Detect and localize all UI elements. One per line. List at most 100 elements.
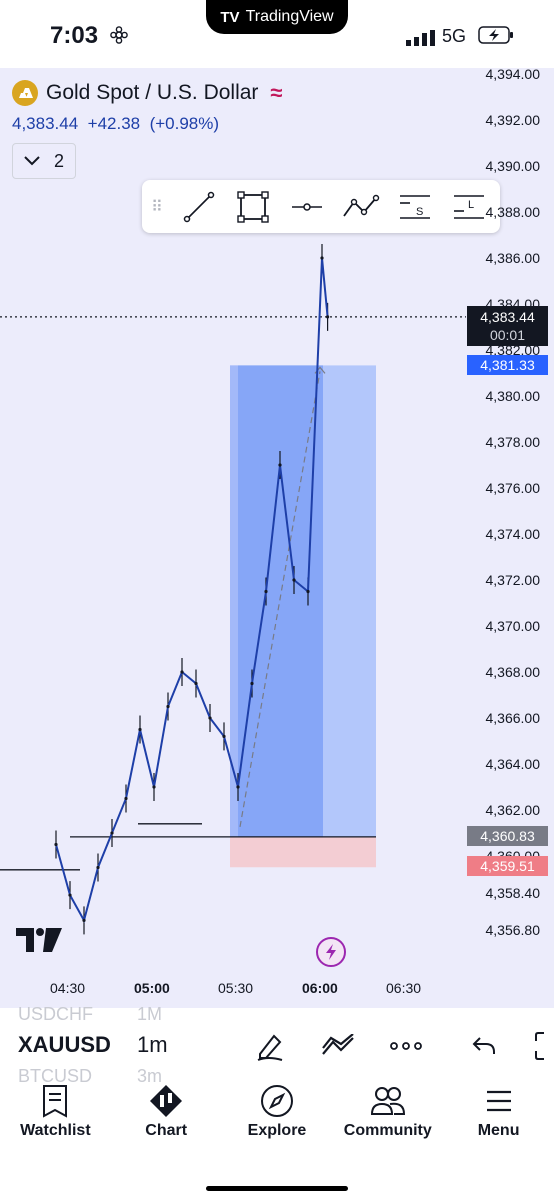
rectangle-button[interactable] (226, 180, 280, 233)
lightning-badge-icon[interactable] (316, 937, 346, 967)
price-axis-label: 4,376.00 (485, 480, 541, 496)
price-axis-label: 4,386.00 (485, 250, 541, 266)
status-time: 7:03 (50, 22, 99, 49)
nav-label-chart: Chart (145, 1122, 188, 1139)
drawing-toolbar: ⠿ S L (142, 180, 500, 233)
price-point (194, 681, 198, 686)
price-axis-label: 4,390.00 (485, 158, 541, 174)
target-zone-edge (230, 365, 238, 837)
time-axis-label: 05:30 (218, 980, 254, 996)
price-point (166, 704, 170, 709)
price-change: +42.38 (87, 114, 141, 133)
price-point (306, 589, 310, 594)
network-type: 5G (442, 26, 467, 46)
fullscreen-button[interactable] (530, 1026, 552, 1066)
nav-label-watchlist: Watchlist (20, 1122, 91, 1139)
nav-label-explore: Explore (247, 1122, 307, 1139)
price-axis-label: 4,378.00 (485, 434, 541, 450)
interval-selector[interactable]: 1m (137, 1032, 168, 1058)
battery-charging-icon (478, 26, 513, 44)
price-axis-label: 4,358.40 (485, 884, 541, 901)
svg-text:S: S (416, 206, 423, 218)
last-price-tag-value: 4,383.44 (480, 309, 535, 325)
short-position-icon: S (400, 194, 430, 219)
gold-bars-icon (12, 80, 38, 106)
chart-icon (150, 1085, 183, 1117)
ticker-selector[interactable]: XAUUSD (18, 1032, 111, 1058)
bar-countdown: 00:01 (489, 327, 526, 343)
indicator-count: 2 (53, 150, 64, 171)
short-position-button[interactable]: S (388, 180, 442, 233)
stop-zone (230, 836, 376, 868)
target-price-tag: 4,381.33 (467, 355, 548, 375)
nav-watchlist[interactable]: Watchlist (0, 1084, 111, 1154)
undo-icon (472, 1037, 495, 1054)
price-axis-label: 4,394.00 (485, 66, 541, 82)
horizontal-ray-button[interactable] (280, 180, 334, 233)
horizontal-line-icon (292, 202, 322, 211)
price-point (96, 865, 100, 870)
price-point (278, 463, 282, 467)
pen-icon (257, 1034, 283, 1061)
last-price: 4,383.44 (12, 114, 79, 133)
focus-mode-icon (110, 26, 128, 44)
more-options-button[interactable] (386, 1026, 426, 1066)
price-point (68, 893, 72, 897)
price-axis-label: 4,364.00 (485, 756, 541, 772)
dynamic-island: TV TradingView (206, 0, 348, 34)
chevron-down-icon (24, 156, 40, 166)
price-point (124, 796, 128, 801)
indicators-button[interactable] (318, 1026, 358, 1066)
nav-chart[interactable]: Chart (111, 1084, 222, 1154)
interval-prev[interactable]: 1M (137, 1004, 162, 1025)
indicators-toggle-button[interactable]: 2 (12, 143, 76, 179)
symbol-header[interactable]: Gold Spot / U.S. Dollar ≈ (12, 80, 283, 106)
ticker-prev[interactable]: USDCHF (18, 1004, 93, 1025)
time-axis-label: 04:30 (50, 980, 86, 996)
island-label: TradingView (245, 8, 334, 25)
time-axis-label: 06:30 (386, 980, 422, 996)
price-point (292, 578, 296, 582)
price-axis-label: 4,388.00 (485, 204, 541, 220)
approx-indicator-icon: ≈ (270, 80, 283, 105)
price-point (54, 842, 58, 847)
more-dots-icon (390, 1042, 422, 1050)
undo-button[interactable] (464, 1026, 504, 1066)
drag-handle-icon[interactable]: ⠿ (142, 197, 172, 217)
price-axis-label: 4,374.00 (485, 526, 541, 542)
price-axis-label: 4,392.00 (485, 112, 541, 128)
path-button[interactable] (334, 180, 388, 233)
path-icon (343, 194, 380, 217)
price-axis-label: 4,372.00 (485, 572, 541, 588)
tradingview-watermark-icon (16, 928, 62, 952)
nav-label-menu: Menu (477, 1122, 520, 1139)
price-point (110, 831, 114, 835)
nav-label-community: Community (343, 1122, 432, 1139)
rectangle-icon (237, 190, 269, 223)
bottom-navigation: Watchlist Chart Explore Community Menu (0, 1084, 554, 1154)
status-bar: 7:03 TV TradingView 5G (0, 0, 554, 68)
price-point (236, 785, 240, 789)
watchlist-icon (43, 1085, 68, 1118)
price-axis-label: 4,370.00 (485, 618, 541, 634)
price-point (326, 315, 330, 319)
entry-price-tag: 4,360.83 (467, 826, 548, 846)
price-point (320, 256, 324, 260)
trend-line-button[interactable] (172, 180, 226, 233)
nav-community[interactable]: Community (332, 1084, 443, 1154)
price-axis-label: 4,380.00 (485, 388, 541, 404)
price-point (222, 734, 226, 739)
tradingview-logo-icon: TV (220, 8, 240, 26)
price-point (264, 589, 268, 594)
price-axis-label: 4,362.00 (485, 802, 541, 818)
svg-text:L: L (468, 199, 474, 211)
drawing-tools-button[interactable] (250, 1026, 290, 1066)
cell-signal-icon (406, 30, 435, 46)
nav-menu[interactable]: Menu (443, 1084, 554, 1154)
nav-explore[interactable]: Explore (222, 1084, 333, 1154)
price-point (152, 785, 156, 789)
price-point (82, 918, 86, 923)
home-indicator (206, 1186, 348, 1191)
indicators-icon (322, 1034, 354, 1055)
trend-line-icon (183, 191, 215, 222)
